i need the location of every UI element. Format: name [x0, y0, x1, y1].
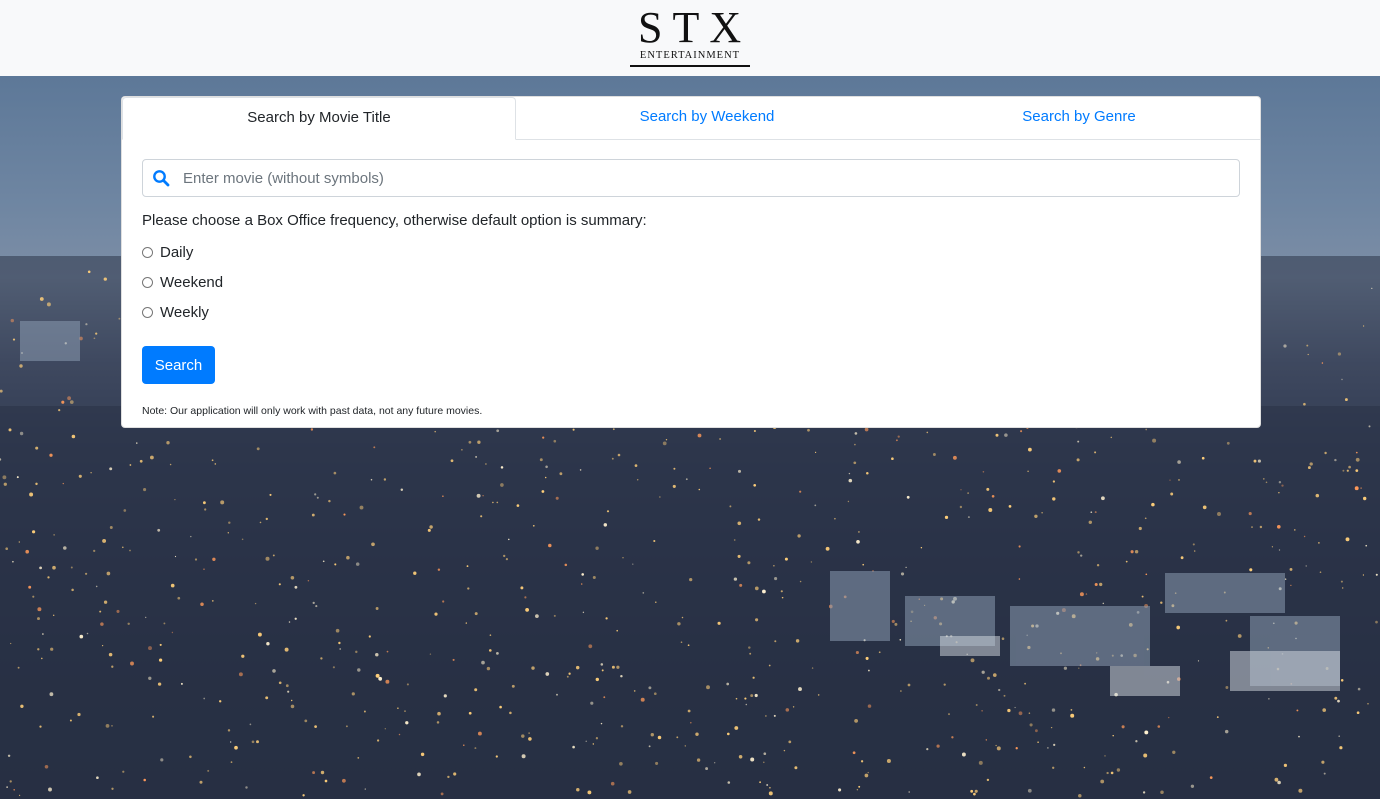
radio-option-daily[interactable]: Daily — [142, 244, 193, 261]
tab-weekend[interactable]: Search by Weekend — [516, 97, 898, 139]
frequency-prompt: Please choose a Box Office frequency, ot… — [142, 212, 647, 229]
movie-search-input[interactable] — [179, 161, 1239, 195]
logo-sub-text: ENTERTAINMENT — [630, 50, 750, 67]
search-card: Search by Movie Title Search by Weekend … — [121, 96, 1261, 428]
radio-label: Weekend — [160, 274, 224, 291]
search-field — [142, 159, 1240, 197]
search-button[interactable]: Search — [142, 346, 215, 384]
stx-logo[interactable]: STX ENTERTAINMENT — [630, 6, 750, 67]
radio-label: Daily — [160, 244, 194, 261]
search-icon — [143, 160, 179, 196]
radio-button[interactable] — [142, 247, 153, 258]
radio-option-weekend[interactable]: Weekend — [142, 274, 223, 291]
tab-genre[interactable]: Search by Genre — [898, 97, 1260, 139]
site-header: STX ENTERTAINMENT — [0, 0, 1380, 76]
search-tabs: Search by Movie Title Search by Weekend … — [122, 97, 1260, 140]
radio-option-weekly[interactable]: Weekly — [142, 304, 209, 321]
tab-movie-title[interactable]: Search by Movie Title — [122, 97, 516, 140]
radio-label: Weekly — [160, 304, 209, 321]
disclaimer-note: Note: Our application will only work wit… — [142, 405, 483, 417]
radio-button[interactable] — [142, 307, 153, 318]
radio-button[interactable] — [142, 277, 153, 288]
logo-main-text: STX — [638, 3, 752, 52]
